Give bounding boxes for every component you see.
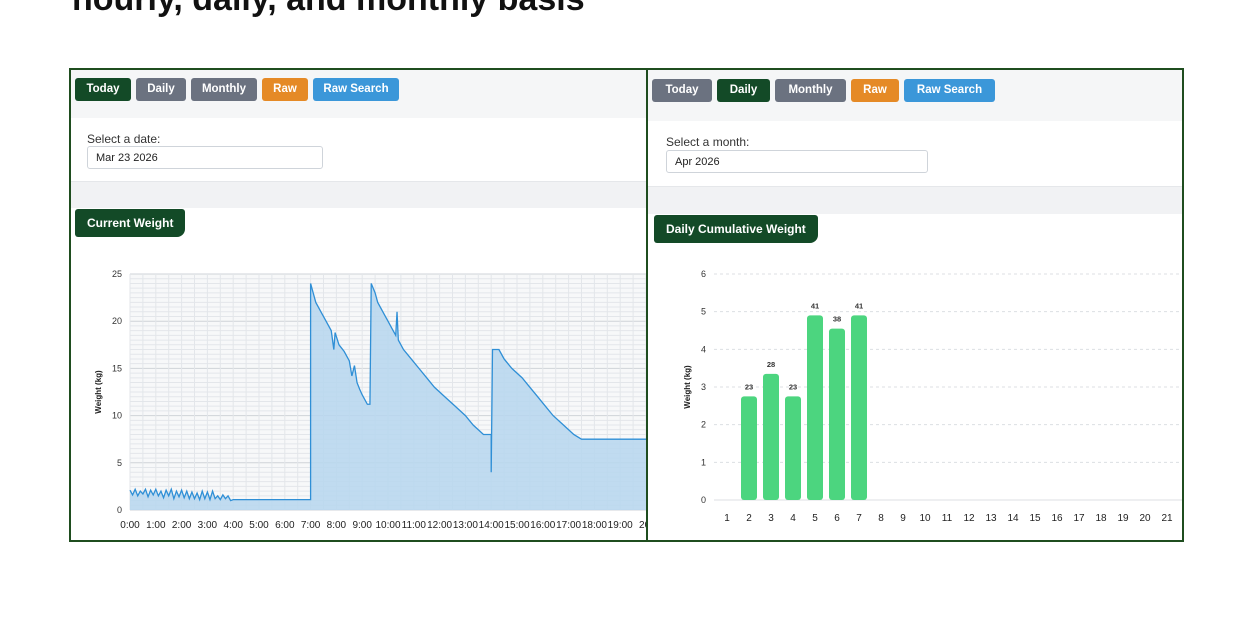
x-tick-label: 11:00 bbox=[402, 520, 427, 531]
y-tick-label: 1 bbox=[701, 457, 706, 467]
y-tick-label: 0 bbox=[117, 505, 122, 515]
date-input[interactable]: Mar 23 2026 bbox=[87, 146, 323, 169]
x-tick-label: 14:00 bbox=[479, 520, 504, 531]
bar-day-2 bbox=[741, 396, 757, 500]
x-tick-label: 6:00 bbox=[275, 520, 295, 531]
x-tick-label: 15:00 bbox=[504, 520, 529, 531]
today-button[interactable]: Today bbox=[75, 78, 131, 101]
x-tick-label: 9:00 bbox=[352, 520, 372, 531]
x-tick-label: 8:00 bbox=[327, 520, 347, 531]
y-axis-label: Weight (kg) bbox=[683, 365, 692, 409]
x-tick-label: 12 bbox=[963, 513, 975, 524]
bar-value-label: 41 bbox=[811, 301, 819, 310]
current-weight-chart: 0 5 10 15 20 25 Weight (kg) 0:00 1:00 2:00 3:00 4:0… bbox=[94, 269, 646, 531]
bar-value-label: 41 bbox=[855, 301, 863, 310]
monthly-button[interactable]: Monthly bbox=[191, 78, 257, 101]
y-tick-label: 25 bbox=[112, 269, 122, 279]
bar-day-6 bbox=[829, 328, 845, 500]
right-divider-strip bbox=[648, 187, 1182, 214]
y-tick-label: 6 bbox=[701, 269, 706, 279]
y-tick-label: 0 bbox=[701, 495, 706, 505]
x-tick-label: 13:00 bbox=[453, 520, 478, 531]
month-selector: Select a month: Apr 2026 bbox=[648, 121, 1182, 187]
x-tick-label: 20 bbox=[1139, 513, 1151, 524]
x-tick-label: 16:00 bbox=[530, 520, 555, 531]
x-tick-label: 4:00 bbox=[223, 520, 243, 531]
y-tick-label: 10 bbox=[112, 411, 122, 421]
x-tick-label: 19:00 bbox=[608, 520, 633, 531]
x-tick-label: 9 bbox=[900, 513, 906, 524]
y-tick-label: 2 bbox=[701, 420, 706, 430]
x-tick-label: 18 bbox=[1095, 513, 1107, 524]
left-divider-strip bbox=[71, 182, 646, 208]
right-button-bar: Today Daily Monthly Raw Raw Search bbox=[648, 70, 1182, 122]
x-tick-label: 16 bbox=[1051, 513, 1063, 524]
raw-button[interactable]: Raw bbox=[262, 78, 308, 101]
y-tick-label: 5 bbox=[701, 307, 706, 317]
x-tick-label: 17 bbox=[1073, 513, 1085, 524]
daily-button[interactable]: Daily bbox=[717, 79, 770, 102]
bar-value-label: 38 bbox=[833, 315, 841, 324]
daily-cumulative-weight-title: Daily Cumulative Weight bbox=[654, 215, 818, 243]
daily-button[interactable]: Daily bbox=[136, 78, 186, 101]
x-tick-label: 11 bbox=[942, 513, 953, 524]
current-weight-title: Current Weight bbox=[75, 209, 186, 237]
x-tick-label: 1:00 bbox=[146, 520, 166, 531]
x-tick-label: 17:00 bbox=[556, 520, 581, 531]
bar-day-4 bbox=[785, 396, 801, 500]
x-tick-label: 3 bbox=[768, 513, 774, 524]
bar-day-7 bbox=[851, 315, 867, 500]
daily-cumulative-weight-chart: 0123456Weight (kg)1 2233284235416387418 9 1… bbox=[683, 269, 1182, 524]
bar-day-3 bbox=[763, 373, 779, 500]
y-tick-label: 15 bbox=[112, 363, 122, 373]
bar-value-label: 23 bbox=[745, 382, 753, 391]
x-tick-label: 8 bbox=[878, 513, 884, 524]
y-axis-label: Weight (kg) bbox=[94, 370, 103, 414]
daily-panel: Today Daily Monthly Raw Raw Search Selec… bbox=[648, 70, 1182, 540]
raw-search-button[interactable]: Raw Search bbox=[313, 78, 399, 101]
date-selector: Select a date: Mar 23 2026 bbox=[71, 118, 646, 182]
bar-value-label: 28 bbox=[767, 360, 775, 369]
dashboard-frame: Today Daily Monthly Raw Raw Search Selec… bbox=[69, 68, 1184, 542]
monthly-button[interactable]: Monthly bbox=[775, 79, 846, 102]
x-tick-label: 3:00 bbox=[198, 520, 218, 531]
y-tick-label: 20 bbox=[112, 316, 122, 326]
x-tick-label: 2 bbox=[746, 513, 752, 524]
x-tick-label: 18:00 bbox=[582, 520, 607, 531]
x-tick-label: 13 bbox=[985, 513, 997, 524]
left-button-bar: Today Daily Monthly Raw Raw Search bbox=[71, 70, 646, 119]
x-tick-label: 19 bbox=[1117, 513, 1129, 524]
month-selector-label: Select a month: bbox=[666, 135, 750, 149]
x-tick-label: 21 bbox=[1161, 513, 1173, 524]
x-tick-label: 20: bbox=[639, 520, 646, 531]
y-tick-label: 3 bbox=[701, 382, 706, 392]
x-tick-label: 5:00 bbox=[249, 520, 269, 531]
x-tick-label: 5 bbox=[812, 513, 818, 524]
x-tick-label: 12:00 bbox=[427, 520, 452, 531]
y-tick-label: 4 bbox=[701, 344, 706, 354]
x-tick-label: 7:00 bbox=[301, 520, 321, 531]
y-tick-label: 5 bbox=[117, 458, 122, 468]
x-tick-label: 4 bbox=[790, 513, 796, 524]
x-tick-label: 14 bbox=[1007, 513, 1019, 524]
x-tick-label: 0:00 bbox=[120, 520, 140, 531]
x-tick-label: 7 bbox=[856, 513, 862, 524]
raw-search-button[interactable]: Raw Search bbox=[904, 79, 995, 102]
raw-button[interactable]: Raw bbox=[851, 79, 899, 102]
x-tick-label: 15 bbox=[1029, 513, 1041, 524]
date-selector-label: Select a date: bbox=[87, 132, 161, 146]
x-tick-label: 1 bbox=[724, 513, 730, 524]
page-heading: hourly, daily, and monthly basis bbox=[72, 0, 585, 19]
x-tick-label: 10 bbox=[919, 513, 931, 524]
x-tick-label: 2:00 bbox=[172, 520, 192, 531]
x-tick-label: 10:00 bbox=[375, 520, 400, 531]
month-input[interactable]: Apr 2026 bbox=[666, 150, 928, 173]
today-button[interactable]: Today bbox=[652, 79, 712, 102]
today-panel: Today Daily Monthly Raw Raw Search Selec… bbox=[71, 70, 648, 540]
bar-value-label: 23 bbox=[789, 382, 797, 391]
bar-day-5 bbox=[807, 315, 823, 500]
x-tick-label: 6 bbox=[834, 513, 840, 524]
